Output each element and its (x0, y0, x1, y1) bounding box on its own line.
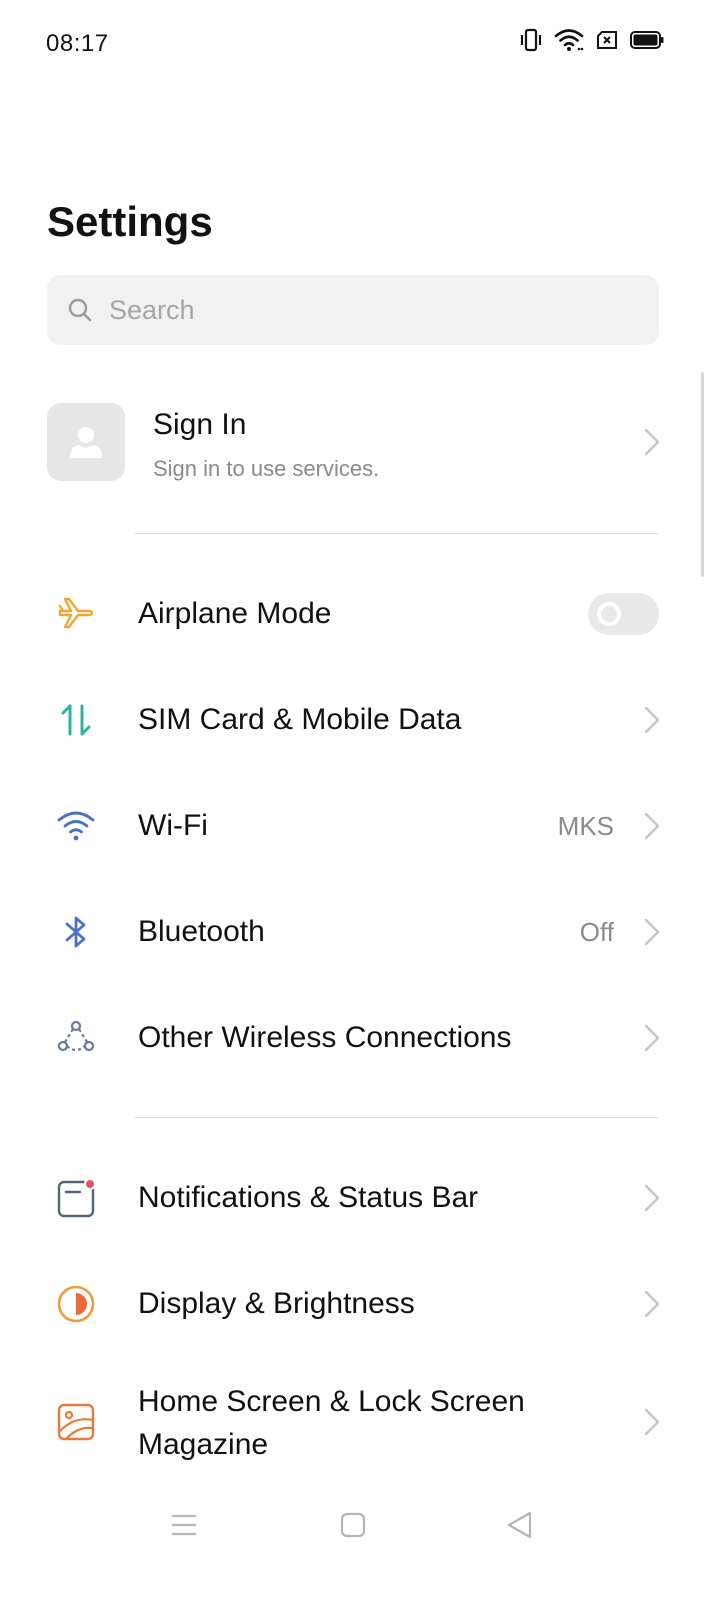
chevron-right-icon (644, 706, 660, 734)
setting-label: Wi-Fi (138, 809, 208, 842)
setting-label-line1: Home Screen & Lock Screen (138, 1385, 525, 1418)
vibrate-icon (520, 28, 542, 52)
wifi-icon (554, 29, 584, 51)
brightness-icon (57, 1285, 95, 1323)
scrollbar[interactable] (701, 372, 704, 577)
setting-airplane-mode[interactable]: Airplane Mode (0, 564, 720, 664)
person-icon (70, 427, 102, 458)
search-input[interactable] (107, 293, 631, 327)
wireless-connections-icon (57, 1020, 95, 1052)
sign-in-row[interactable]: Sign In Sign in to use services. (0, 392, 720, 492)
setting-label: Airplane Mode (138, 597, 332, 630)
avatar (47, 403, 125, 481)
setting-label: Notifications & Status Bar (138, 1181, 479, 1214)
setting-other-wireless[interactable]: Other Wireless Connections (0, 988, 720, 1088)
toggle-knob (597, 602, 621, 626)
sign-in-subtitle: Sign in to use services. (153, 456, 380, 481)
back-icon[interactable] (502, 1507, 538, 1543)
setting-label: Display & Brightness (138, 1287, 415, 1320)
setting-label: Other Wireless Connections (138, 1021, 512, 1054)
chevron-right-icon (644, 1290, 660, 1318)
menu-icon[interactable] (166, 1507, 202, 1543)
setting-label: SIM Card & Mobile Data (138, 703, 462, 736)
chevron-right-icon (644, 812, 660, 840)
setting-sim-mobile-data[interactable]: SIM Card & Mobile Data (0, 670, 720, 770)
status-time: 08:17 (46, 30, 109, 57)
search-icon (68, 298, 92, 322)
status-icons (520, 28, 664, 52)
setting-wifi[interactable]: Wi-Fi MKS (0, 776, 720, 876)
page-title: Settings (47, 198, 213, 245)
setting-home-lock-screen[interactable]: Home Screen & Lock Screen Magazine (0, 1372, 720, 1472)
chevron-right-icon (644, 918, 660, 946)
data-arrows-icon (61, 704, 91, 736)
search-bar[interactable] (47, 275, 659, 345)
setting-bluetooth[interactable]: Bluetooth Off (0, 882, 720, 982)
wifi-icon (57, 811, 95, 841)
setting-label: Home Screen & Lock Screen Magazine (138, 1380, 525, 1466)
notification-icon (57, 1178, 96, 1218)
airplane-icon (58, 597, 94, 629)
home-screen-icon (57, 1403, 95, 1441)
setting-label: Bluetooth (138, 915, 265, 948)
settings-screen: 08:17 Settings Search Sign In Sign in to… (0, 0, 720, 1600)
navigation-bar (0, 1495, 720, 1555)
setting-label-line2: Magazine (138, 1428, 269, 1461)
airplane-mode-toggle[interactable] (588, 593, 659, 635)
setting-notifications[interactable]: Notifications & Status Bar (0, 1148, 720, 1248)
chevron-right-icon (644, 1024, 660, 1052)
chevron-right-icon (644, 1408, 660, 1436)
divider (134, 1117, 659, 1118)
chevron-right-icon (644, 428, 660, 456)
battery-icon (630, 31, 664, 49)
bluetooth-status: Off (579, 917, 614, 947)
sign-in-title: Sign In (153, 408, 247, 441)
bluetooth-icon (65, 916, 86, 948)
setting-display-brightness[interactable]: Display & Brightness (0, 1254, 720, 1354)
sim-off-icon (597, 31, 617, 49)
chevron-right-icon (644, 1184, 660, 1212)
wifi-network-name: MKS (557, 811, 614, 841)
divider (134, 533, 659, 534)
home-icon[interactable] (335, 1507, 371, 1543)
status-bar: 08:17 (0, 0, 720, 90)
